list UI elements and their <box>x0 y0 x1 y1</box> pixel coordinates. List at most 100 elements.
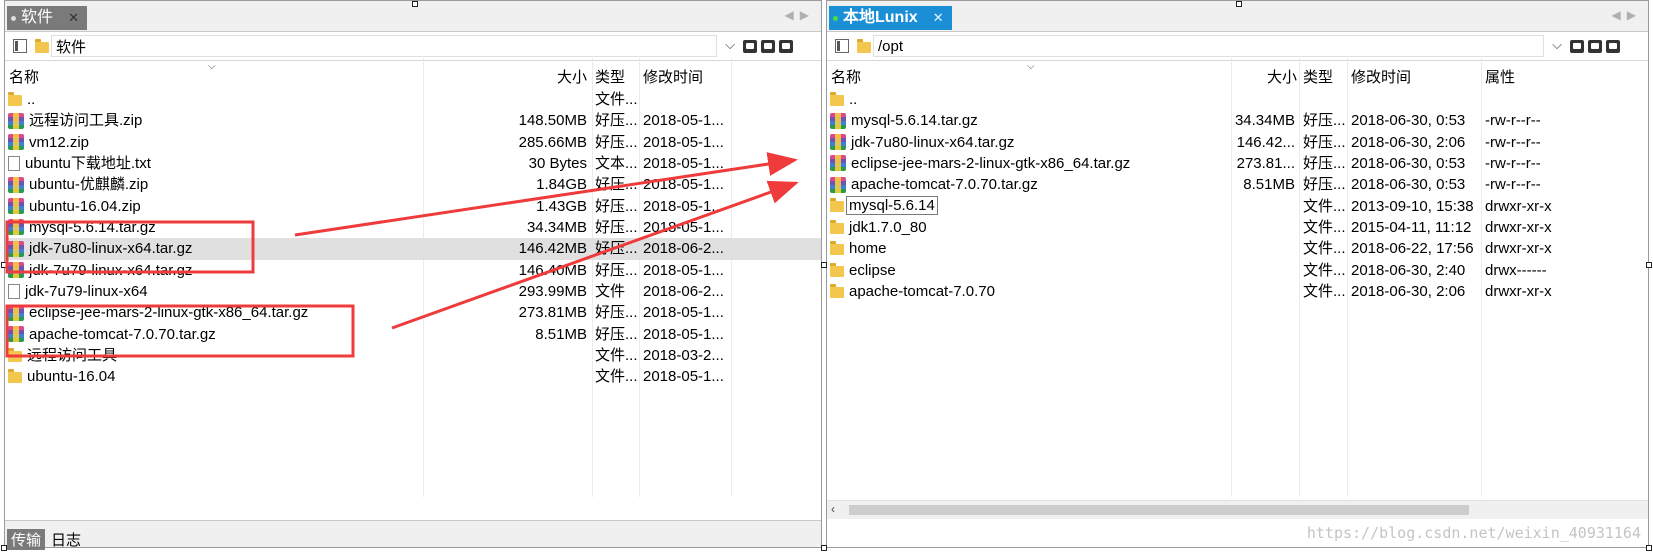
file-type-cell: 文件... <box>1303 197 1346 215</box>
file-row[interactable]: jdk-7u80-linux-x64.tar.gz 146.42MB 好压... 20… <box>5 238 821 260</box>
chevron-left-icon[interactable]: ‹ <box>831 502 835 516</box>
left-file-list: .. 文件... 远程访问工具.zip 148.50MB 好压... 2018-05-1.… <box>5 89 821 388</box>
file-modified-cell: 2018-05-1... <box>643 154 724 172</box>
file-name: home <box>849 240 887 258</box>
file-row[interactable]: .. 文件... <box>5 89 821 110</box>
right-path-input[interactable] <box>873 35 1544 57</box>
resize-handle[interactable] <box>1646 545 1652 551</box>
file-row[interactable]: home 文件... 2018-06-22, 17:56 drwxr-xr-x <box>827 238 1648 259</box>
tab-label: 本地Lunix <box>843 9 918 26</box>
column-header-name[interactable]: 名称 <box>9 66 39 87</box>
filter-icon[interactable] <box>1606 40 1620 53</box>
tab-scroll-arrows-icon[interactable]: ◀▶ <box>785 8 815 22</box>
file-row[interactable]: ubuntu下载地址.txt 30 Bytes 文本... 2018-05-1... <box>5 153 821 174</box>
file-type-cell: 文件... <box>1303 218 1346 236</box>
scrollbar-thumb[interactable] <box>849 505 1469 515</box>
file-row[interactable]: mysql-5.6.14.tar.gz 34.34MB 好压... 2018-06-3… <box>827 110 1648 131</box>
refresh-icon[interactable] <box>1588 40 1602 53</box>
resize-handle[interactable] <box>1 545 7 551</box>
file-size-cell: 146.40MB <box>518 261 587 279</box>
file-row[interactable]: apache-tomcat-7.0.70.tar.gz 8.51MB 好压... 20… <box>827 174 1648 195</box>
file-modified-cell: 2018-06-30, 0:53 <box>1351 176 1466 194</box>
tab-scroll-arrows-icon[interactable]: ◀▶ <box>1612 8 1642 22</box>
network-drive-icon[interactable] <box>743 40 757 53</box>
file-row[interactable]: apache-tomcat-7.0.70.tar.gz 8.51MB 好压... 20… <box>5 324 821 345</box>
resize-handle[interactable] <box>1236 1 1242 7</box>
file-modified-cell: 2018-05-1... <box>643 112 724 130</box>
tab-software[interactable]: 软件 ✕ <box>7 6 88 30</box>
file-row[interactable]: mysql-5.6.14.tar.gz 34.34MB 好压... 2018-05-1… <box>5 217 821 238</box>
refresh-icon[interactable] <box>761 40 775 53</box>
file-row[interactable]: jdk1.7.0_80 文件... 2015-04-11, 11:12 drwxr-x… <box>827 217 1648 238</box>
close-icon[interactable]: ✕ <box>933 6 944 30</box>
archive-icon <box>8 262 24 279</box>
column-header-attributes[interactable]: 属性 <box>1485 66 1515 87</box>
file-row[interactable]: eclipse-jee-mars-2-linux-gtk-x86_64.tar.… <box>5 302 821 323</box>
file-name-cell: ubuntu-16.04.zip <box>8 196 422 217</box>
folder-icon <box>8 347 22 362</box>
file-row[interactable]: mysql-5.6.14 文件... 2013-09-10, 15:38 drwxr-… <box>827 195 1648 217</box>
file-row[interactable]: ubuntu-优麒麟.zip 1.84GB 好压... 2018-05-1... <box>5 174 821 195</box>
file-modified-cell: 2018-05-1... <box>643 218 724 236</box>
chevron-down-icon[interactable]: ⌵ <box>725 37 735 53</box>
file-size-cell: 8.51MB <box>1243 176 1295 194</box>
tab-log[interactable]: 日志 <box>47 529 85 550</box>
file-attrs-cell: -rw-r--r-- <box>1485 112 1541 130</box>
tab-local-linux[interactable]: 本地Lunix ✕ <box>829 6 952 30</box>
file-row[interactable]: ubuntu-16.04 文件... 2018-05-1... <box>5 366 821 387</box>
resize-handle[interactable] <box>821 545 827 551</box>
file-row[interactable]: .. <box>827 89 1648 110</box>
file-size-cell: 146.42... <box>1236 133 1295 151</box>
column-header-modified[interactable]: 修改时间 <box>643 66 703 87</box>
chevron-down-icon[interactable]: ⌵ <box>1552 37 1562 53</box>
panel-toggle-icon[interactable] <box>835 39 849 53</box>
tab-transfer[interactable]: 传输 <box>7 529 46 550</box>
file-row[interactable]: eclipse 文件... 2018-06-30, 2:40 drwx------ <box>827 260 1648 281</box>
file-size-cell: 34.34MB <box>1234 112 1295 130</box>
folder-icon <box>857 39 871 53</box>
filter-icon[interactable] <box>779 40 793 53</box>
file-row[interactable]: jdk-7u79-linux-x64.tar.gz 146.40MB 好压... 20… <box>5 260 821 281</box>
file-name: eclipse <box>849 261 896 279</box>
file-name-cell: eclipse <box>830 260 1230 281</box>
file-name: apache-tomcat-7.0.70.tar.gz <box>851 176 1038 194</box>
resize-handle[interactable] <box>1646 262 1652 268</box>
folder-icon <box>830 92 844 106</box>
file-row[interactable]: jdk-7u80-linux-x64.tar.gz 146.42... 好压... 2… <box>827 132 1648 153</box>
column-header-size[interactable]: 大小 <box>557 66 587 87</box>
file-modified-cell: 2018-05-1... <box>643 325 724 343</box>
right-file-list: .. mysql-5.6.14.tar.gz 34.34MB 好压... 2018-06… <box>827 89 1648 302</box>
horizontal-scrollbar[interactable]: ‹ <box>827 500 1648 519</box>
file-name-cell: ubuntu下载地址.txt <box>8 153 422 174</box>
close-icon[interactable]: ✕ <box>68 6 79 30</box>
left-path-input[interactable] <box>51 35 717 57</box>
file-row[interactable]: 远程访问工具.zip 148.50MB 好压... 2018-05-1... <box>5 110 821 131</box>
file-row[interactable]: vm12.zip 285.66MB 好压... 2018-05-1... <box>5 132 821 153</box>
column-header-type[interactable]: 类型 <box>1303 66 1333 87</box>
file-row[interactable]: ubuntu-16.04.zip 1.43GB 好压... 2018-05-1... <box>5 196 821 217</box>
archive-icon <box>830 134 846 151</box>
column-header-modified[interactable]: 修改时间 <box>1351 66 1411 87</box>
file-type-cell: 文件... <box>1303 261 1346 279</box>
resize-handle[interactable] <box>821 262 827 268</box>
resize-handle[interactable] <box>1 262 7 268</box>
column-header-size[interactable]: 大小 <box>1267 66 1297 87</box>
resize-handle[interactable] <box>412 1 418 7</box>
file-type-cell: 文件... <box>1303 282 1346 300</box>
file-name-cell: jdk-7u79-linux-x64.tar.gz <box>8 260 422 281</box>
file-row[interactable]: apache-tomcat-7.0.70 文件... 2018-06-30, 2:0… <box>827 281 1648 302</box>
archive-icon <box>8 326 24 343</box>
archive-icon <box>830 155 846 172</box>
file-type-cell: 好压... <box>595 304 638 322</box>
column-header-name[interactable]: 名称 <box>831 66 861 87</box>
right-column-header: 名称 ⌵ 大小 类型 修改时间 属性 <box>827 61 1648 89</box>
file-attrs-cell: -rw-r--r-- <box>1485 154 1541 172</box>
left-column-header: 名称 ⌵ 大小 类型 修改时间 <box>5 61 821 89</box>
file-row[interactable]: 远程访问工具 文件... 2018-03-2... <box>5 345 821 366</box>
column-header-type[interactable]: 类型 <box>595 66 625 87</box>
network-drive-icon[interactable] <box>1570 40 1584 53</box>
file-row[interactable]: eclipse-jee-mars-2-linux-gtk-x86_64.tar.… <box>827 153 1648 174</box>
panel-toggle-icon[interactable] <box>13 39 27 53</box>
file-type-cell: 好压... <box>595 240 638 258</box>
file-row[interactable]: jdk-7u79-linux-x64 293.99MB 文件 2018-06-2... <box>5 281 821 302</box>
